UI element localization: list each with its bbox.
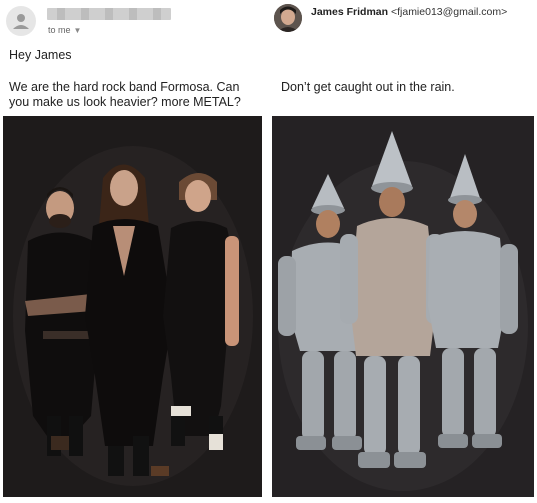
greeting-text: Hey James (9, 48, 72, 62)
redacted-sender (47, 8, 171, 20)
person-icon (13, 14, 29, 29)
sender-avatar[interactable] (274, 4, 302, 32)
reply-email: James Fridman <fjamie013@gmail.com> Don’… (270, 0, 537, 503)
sender-line[interactable]: James Fridman <fjamie013@gmail.com> (311, 6, 507, 18)
recipient-line[interactable]: to me ▼ (48, 25, 81, 35)
chevron-down-icon[interactable]: ▼ (74, 26, 82, 35)
original-email: to me ▼ Hey James We are the hard rock ba… (0, 0, 267, 503)
tin-men-photo[interactable] (272, 116, 534, 497)
band-photo[interactable] (3, 116, 262, 497)
sender-name: James Fridman (311, 6, 389, 18)
profile-photo (274, 4, 302, 32)
reply-text: Don’t get caught out in the rain. (281, 80, 455, 94)
sender-email: <fjamie013@gmail.com> (390, 6, 508, 18)
sender-avatar[interactable] (6, 6, 36, 36)
recipient-label: to me (48, 25, 71, 35)
message-body: We are the hard rock band Formosa. Can y… (9, 80, 241, 109)
